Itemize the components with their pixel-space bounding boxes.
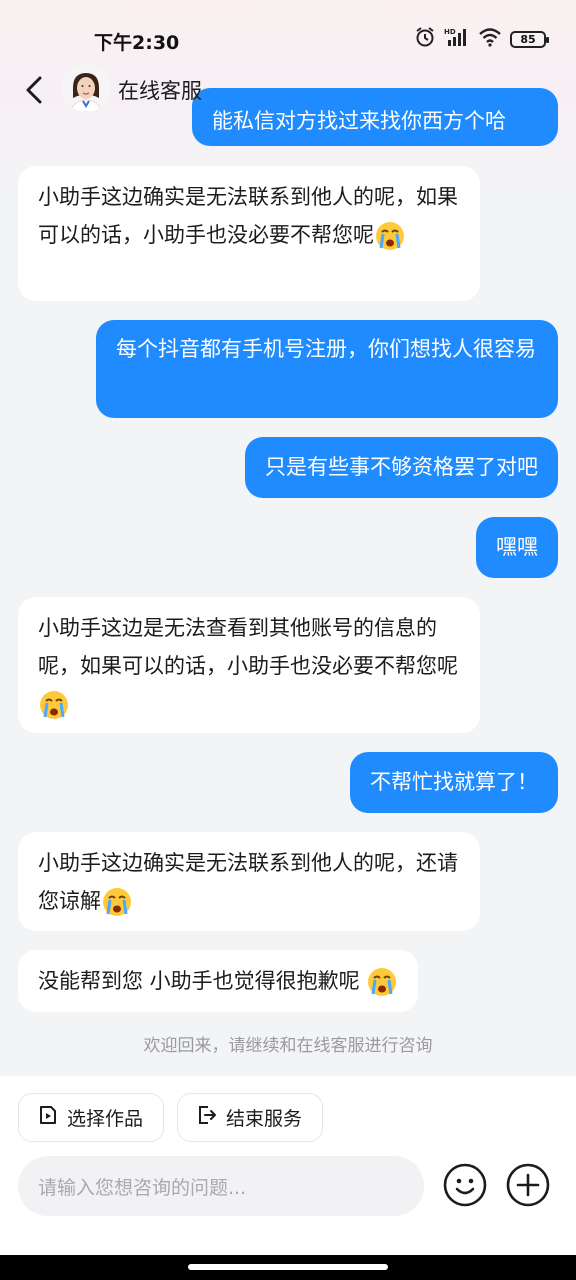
message-bubble-agent: 小助手这边确实是无法联系到他人的呢，如果可以的话，小助手也没必要不帮您呢 bbox=[18, 166, 480, 301]
message-bubble-agent: 小助手这边是无法查看到其他账号的信息的呢，如果可以的话，小助手也没必要不帮您呢 bbox=[18, 597, 480, 733]
exit-icon bbox=[196, 1104, 226, 1131]
message-text: 每个抖音都有手机号注册，你们想找人很容易 bbox=[116, 337, 536, 361]
bottom-input-panel: 选择作品 结束服务 请输入您想咨询的问题... bbox=[0, 1076, 576, 1280]
input-placeholder: 请输入您想咨询的问题... bbox=[38, 1176, 247, 1199]
select-work-label: 选择作品 bbox=[67, 1108, 144, 1130]
chat-message-list[interactable]: 能私信对方找过来找你西方个哈 小助手这边确实是无法联系到他人的呢，如果可以的话，… bbox=[0, 0, 576, 1076]
play-file-icon bbox=[37, 1104, 67, 1131]
home-indicator-bar bbox=[0, 1255, 576, 1280]
end-service-label: 结束服务 bbox=[226, 1108, 303, 1130]
svg-text:HD: HD bbox=[444, 28, 456, 36]
crying-face-icon bbox=[374, 220, 406, 252]
back-button[interactable] bbox=[18, 68, 54, 108]
cellular-signal-icon: HD bbox=[444, 27, 470, 51]
system-note: 欢迎回来，请继续和在线客服进行咨询 bbox=[143, 1036, 433, 1056]
crying-face-icon bbox=[101, 886, 133, 918]
crying-face-icon bbox=[366, 966, 398, 998]
message-bubble-user: 嘿嘿 bbox=[476, 517, 558, 578]
message-bubble-agent: 小助手这边确实是无法联系到他人的呢，还请您谅解 bbox=[18, 832, 480, 931]
message-bubble-user: 不帮忙找就算了！ bbox=[350, 752, 558, 813]
wifi-icon bbox=[478, 27, 502, 51]
home-indicator[interactable] bbox=[188, 1264, 388, 1270]
alarm-icon bbox=[414, 26, 436, 52]
status-time: 下午2:30 bbox=[94, 32, 180, 54]
message-input[interactable]: 请输入您想咨询的问题... bbox=[18, 1156, 424, 1216]
status-icons: HD 85 bbox=[414, 26, 549, 52]
page-title: 在线客服 bbox=[118, 79, 202, 103]
select-work-button[interactable]: 选择作品 bbox=[18, 1093, 164, 1142]
message-bubble-user: 每个抖音都有手机号注册，你们想找人很容易 bbox=[96, 320, 558, 418]
battery-level: 85 bbox=[520, 32, 536, 46]
message-text: 嘿嘿 bbox=[496, 535, 538, 559]
message-bubble-agent: 没能帮到您 小助手也觉得很抱歉呢 bbox=[18, 950, 419, 1012]
chat-header: 在线客服 bbox=[0, 60, 576, 118]
message-text: 没能帮到您 小助手也觉得很抱歉呢 bbox=[38, 969, 360, 993]
message-bubble-user: 只是有些事不够资格罢了对吧 bbox=[245, 437, 558, 498]
battery-icon: 85 bbox=[510, 30, 549, 48]
end-service-button[interactable]: 结束服务 bbox=[177, 1093, 323, 1142]
message-text: 不帮忙找就算了！ bbox=[370, 770, 538, 794]
emoji-button[interactable] bbox=[442, 1162, 488, 1208]
agent-avatar[interactable] bbox=[62, 64, 110, 112]
smiley-icon bbox=[442, 1163, 488, 1212]
message-text: 小助手这边是无法查看到其他账号的信息的呢，如果可以的话，小助手也没必要不帮您呢 bbox=[38, 616, 458, 678]
more-button[interactable] bbox=[505, 1162, 551, 1208]
plus-circle-icon bbox=[505, 1163, 551, 1212]
crying-face-icon bbox=[38, 689, 70, 721]
message-text: 只是有些事不够资格罢了对吧 bbox=[265, 455, 538, 479]
chevron-left-icon bbox=[18, 76, 54, 112]
